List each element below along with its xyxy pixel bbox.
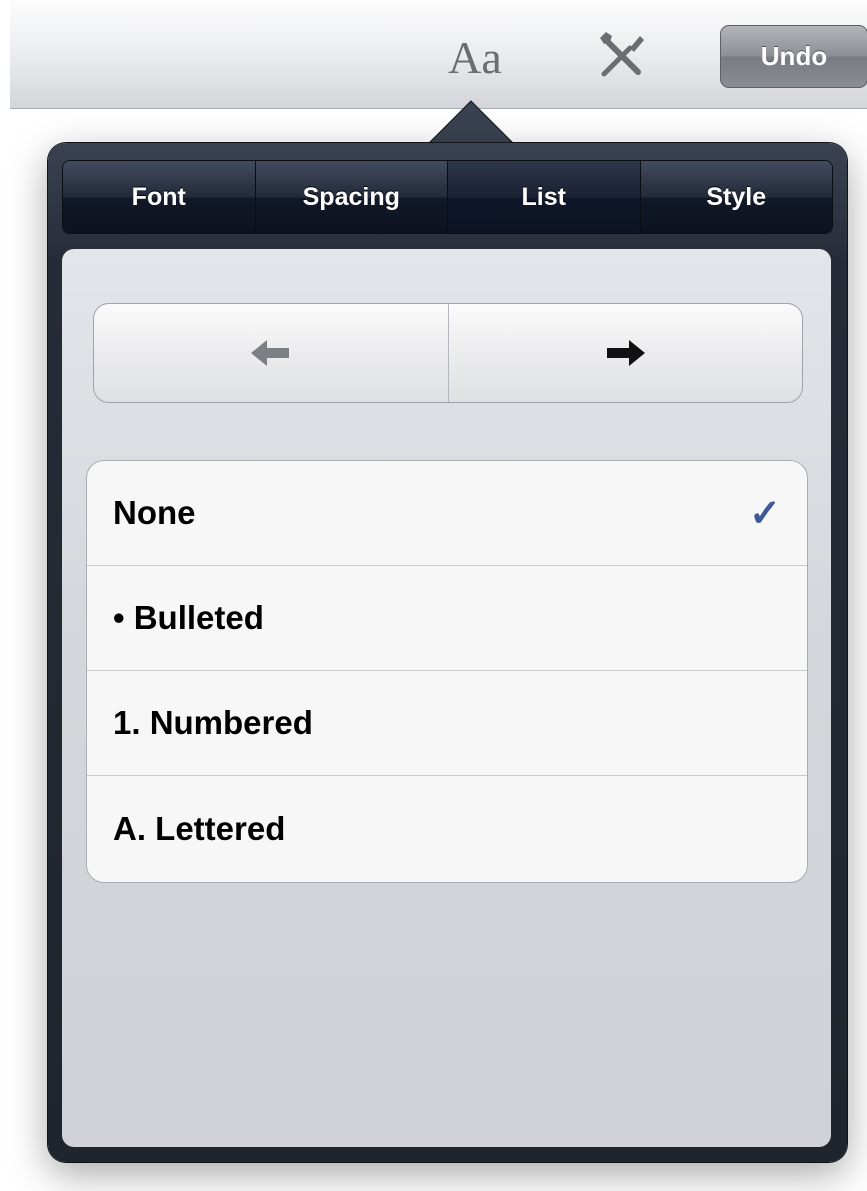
list-item-lettered[interactable]: A. Lettered	[87, 776, 807, 881]
list-item-label: • Bulleted	[113, 599, 264, 636]
list-item-bulleted[interactable]: • Bulleted	[87, 566, 807, 671]
list-item-none[interactable]: None ✓	[87, 461, 807, 566]
tab-list[interactable]: List	[448, 161, 641, 233]
arrow-left-icon	[250, 340, 289, 366]
list-item-label: A. Lettered	[113, 809, 286, 847]
tab-style[interactable]: Style	[640, 161, 832, 233]
tab-spacing[interactable]: Spacing	[255, 161, 448, 233]
top-toolbar: Aa Undo	[10, 0, 867, 109]
list-item-numbered[interactable]: 1. Numbered	[87, 671, 807, 776]
increase-indent-button[interactable]	[449, 304, 803, 402]
undo-button[interactable]: Undo	[720, 25, 867, 88]
list-style-options: None ✓ • Bulleted 1. Numbered A. Lettere…	[86, 460, 808, 883]
arrow-right-icon	[607, 340, 646, 366]
popover-arrow	[426, 100, 516, 146]
checkmark-icon: ✓	[749, 492, 781, 535]
list-panel: None ✓ • Bulleted 1. Numbered A. Lettere…	[62, 249, 831, 1147]
format-popover: Font Spacing List Style None ✓ • Bullete…	[48, 143, 847, 1162]
list-item-label: None	[113, 494, 196, 531]
format-tabs: Font Spacing List Style	[62, 160, 833, 234]
tab-font[interactable]: Font	[63, 161, 256, 233]
wrench-screwdriver-icon[interactable]	[596, 30, 648, 82]
list-item-label: 1. Numbered	[113, 704, 313, 741]
decrease-indent-button[interactable]	[94, 304, 449, 402]
indent-control	[93, 303, 803, 403]
format-button[interactable]: Aa	[440, 28, 510, 88]
